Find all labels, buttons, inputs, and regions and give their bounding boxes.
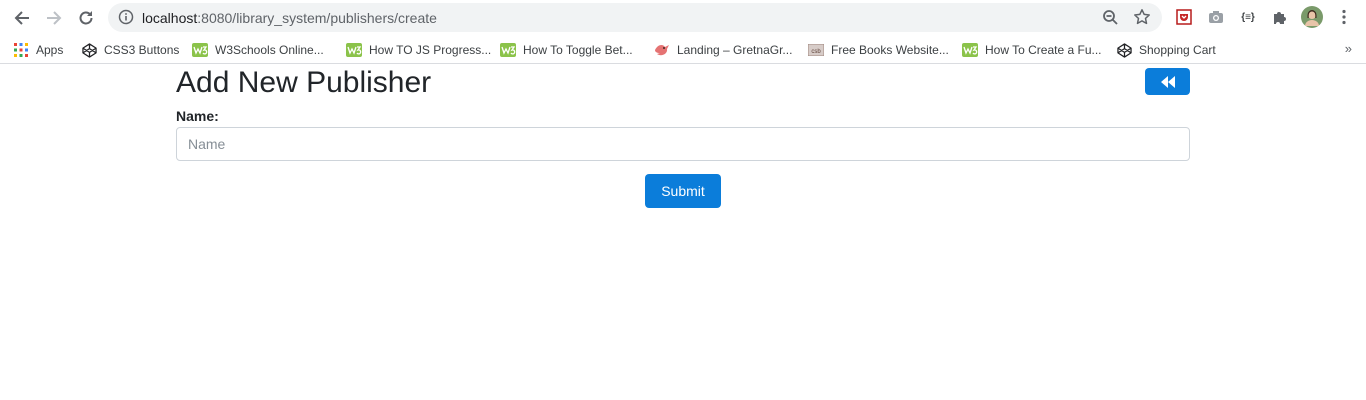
submit-button[interactable]: Submit [645,174,721,208]
page-title: Add New Publisher [176,66,432,99]
url-path: :8080/library_system/publishers/create [197,10,437,26]
double-chevron-left-icon [1160,75,1176,88]
bookmark-label: Shopping Cart [1139,43,1216,57]
kebab-menu-icon[interactable] [1332,5,1356,29]
bookmark-label: Landing – GretnaGr... [677,43,793,57]
bookmark-label: CSS3 Buttons [104,43,180,57]
bookmark-shopping-cart[interactable]: Shopping Cart [1116,40,1216,60]
url-host: localhost [142,10,198,26]
puzzle-icon[interactable] [1268,5,1292,29]
profile-avatar[interactable] [1300,5,1324,29]
bookmark-js-progress[interactable]: How TO JS Progress... [346,40,491,60]
bookmark-label: How TO JS Progress... [369,43,492,57]
bookmark-toggle[interactable]: How To Toggle Bet... [500,40,633,60]
w3schools-icon [962,42,978,58]
codepen-icon [81,42,97,58]
w3schools-icon [192,42,208,58]
bookmark-gretnagr[interactable]: Landing – GretnaGr... [654,40,792,60]
apps-grid-icon [13,42,29,58]
reload-icon[interactable] [73,5,99,31]
back-arrow-icon[interactable] [9,5,35,31]
w3schools-icon [500,42,516,58]
bookmark-apps[interactable]: Apps [13,40,63,60]
bookmark-label: How To Create a Fu... [985,43,1102,57]
bookmark-create-function[interactable]: How To Create a Fu... [962,40,1102,60]
bookmark-css3-buttons[interactable]: CSS3 Buttons [81,40,179,60]
json-extension-icon[interactable]: {≡} [1236,5,1260,29]
zoom-icon[interactable] [1102,9,1119,31]
name-input[interactable] [176,127,1190,161]
browser-toolbar: localhost:8080/library_system/publishers… [0,0,1366,35]
forward-arrow-icon[interactable] [41,5,67,31]
svg-text:csb: csb [811,49,821,55]
json-extension-label: {≡} [1241,11,1255,23]
bookmark-free-books[interactable]: csb Free Books Website... [808,40,949,60]
star-icon[interactable] [1133,8,1151,31]
bookmark-w3schools[interactable]: W3Schools Online... [192,40,324,60]
camera-extension-icon[interactable] [1204,5,1228,29]
shield-extension-icon[interactable] [1172,5,1196,29]
bookmark-label: Free Books Website... [831,43,949,57]
codepen-icon [1116,42,1132,58]
url-text[interactable]: localhost:8080/library_system/publishers… [142,10,437,26]
bird-icon [654,42,670,58]
bookmark-label: Apps [36,43,64,57]
name-label: Name: [176,108,219,124]
bookmarks-bar: Apps CSS3 Buttons W3Schools Online... Ho… [0,36,1366,64]
back-button[interactable] [1145,68,1190,95]
bookmark-label: W3Schools Online... [215,43,324,57]
w3schools-icon [346,42,362,58]
bookmarks-overflow-button[interactable]: » [1345,41,1352,56]
bookmark-label: How To Toggle Bet... [523,43,633,57]
info-icon[interactable] [118,9,134,30]
csb-icon: csb [808,42,824,58]
address-bar[interactable]: localhost:8080/library_system/publishers… [108,3,1162,32]
